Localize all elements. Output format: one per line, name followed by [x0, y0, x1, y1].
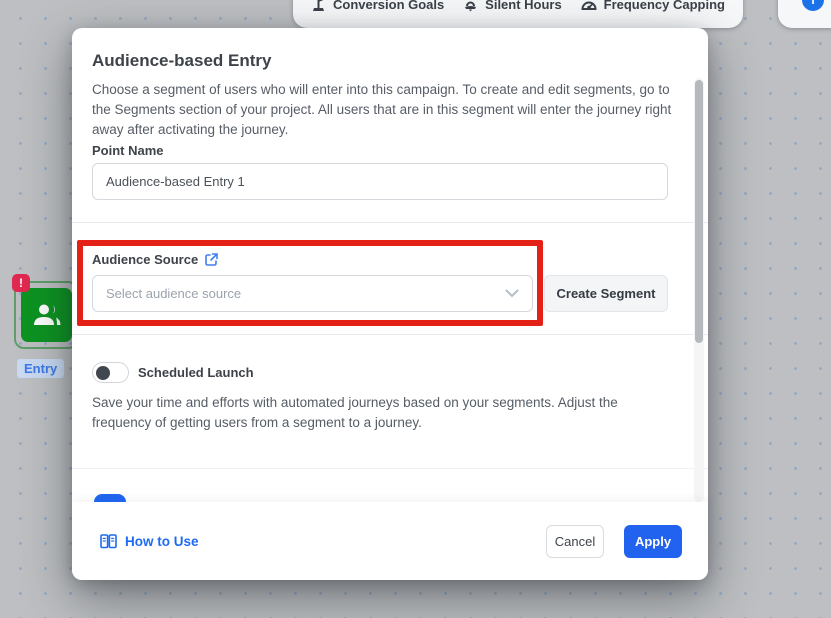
gauge-icon [581, 0, 597, 12]
toolbar-item-label: Frequency Capping [604, 0, 725, 12]
external-link-icon[interactable] [205, 253, 218, 266]
how-to-use-link[interactable]: How to Use [100, 534, 199, 549]
help-panel: i [778, 0, 831, 28]
goal-icon [311, 0, 326, 12]
toolbar-item-label: Conversion Goals [333, 0, 444, 12]
scheduled-launch-toggle[interactable] [92, 362, 129, 383]
chevron-down-icon [505, 289, 519, 298]
partially-scrolled-toggle [94, 494, 126, 502]
create-segment-button[interactable]: Create Segment [544, 275, 668, 312]
entry-node-label[interactable]: Entry [17, 359, 64, 378]
scheduled-launch-description: Save your time and efforts with automate… [92, 393, 674, 433]
modal-description: Choose a segment of users who will enter… [92, 80, 674, 140]
divider [72, 222, 708, 223]
entry-node[interactable] [21, 288, 72, 342]
toolbar-item-conversion-goals[interactable]: Conversion Goals [311, 0, 444, 12]
journey-canvas: Conversion Goals Silent Hours Frequency … [0, 0, 831, 618]
toolbar-item-label: Silent Hours [485, 0, 562, 12]
point-name-input[interactable] [92, 163, 668, 200]
journey-settings-toolbar: Conversion Goals Silent Hours Frequency … [293, 0, 743, 28]
toolbar-item-silent-hours[interactable]: Silent Hours [463, 0, 562, 12]
divider [72, 334, 708, 335]
error-badge: ! [12, 274, 30, 292]
point-name-label: Point Name [92, 143, 164, 158]
help-info-icon[interactable]: i [802, 0, 824, 11]
toolbar-item-frequency-capping[interactable]: Frequency Capping [581, 0, 725, 12]
how-to-use-label: How to Use [125, 534, 199, 549]
modal-scrollbar-thumb[interactable] [695, 80, 703, 343]
audience-based-entry-modal: Audience-based Entry Choose a segment of… [72, 28, 708, 580]
users-icon [31, 301, 63, 329]
apply-button[interactable]: Apply [624, 525, 682, 558]
toggle-knob [96, 366, 110, 380]
modal-footer: How to Use Cancel Apply [72, 502, 708, 580]
audience-source-row: Audience Source [92, 252, 218, 267]
select-placeholder: Select audience source [106, 286, 241, 301]
footer-buttons: Cancel Apply [546, 525, 682, 558]
book-icon [100, 534, 117, 549]
modal-title: Audience-based Entry [92, 51, 272, 71]
divider [72, 468, 708, 469]
cancel-button[interactable]: Cancel [546, 525, 604, 558]
scheduled-launch-label: Scheduled Launch [138, 365, 254, 380]
audience-source-label: Audience Source [92, 252, 198, 267]
audience-source-select[interactable]: Select audience source [92, 275, 533, 312]
silent-hours-icon [463, 0, 478, 12]
